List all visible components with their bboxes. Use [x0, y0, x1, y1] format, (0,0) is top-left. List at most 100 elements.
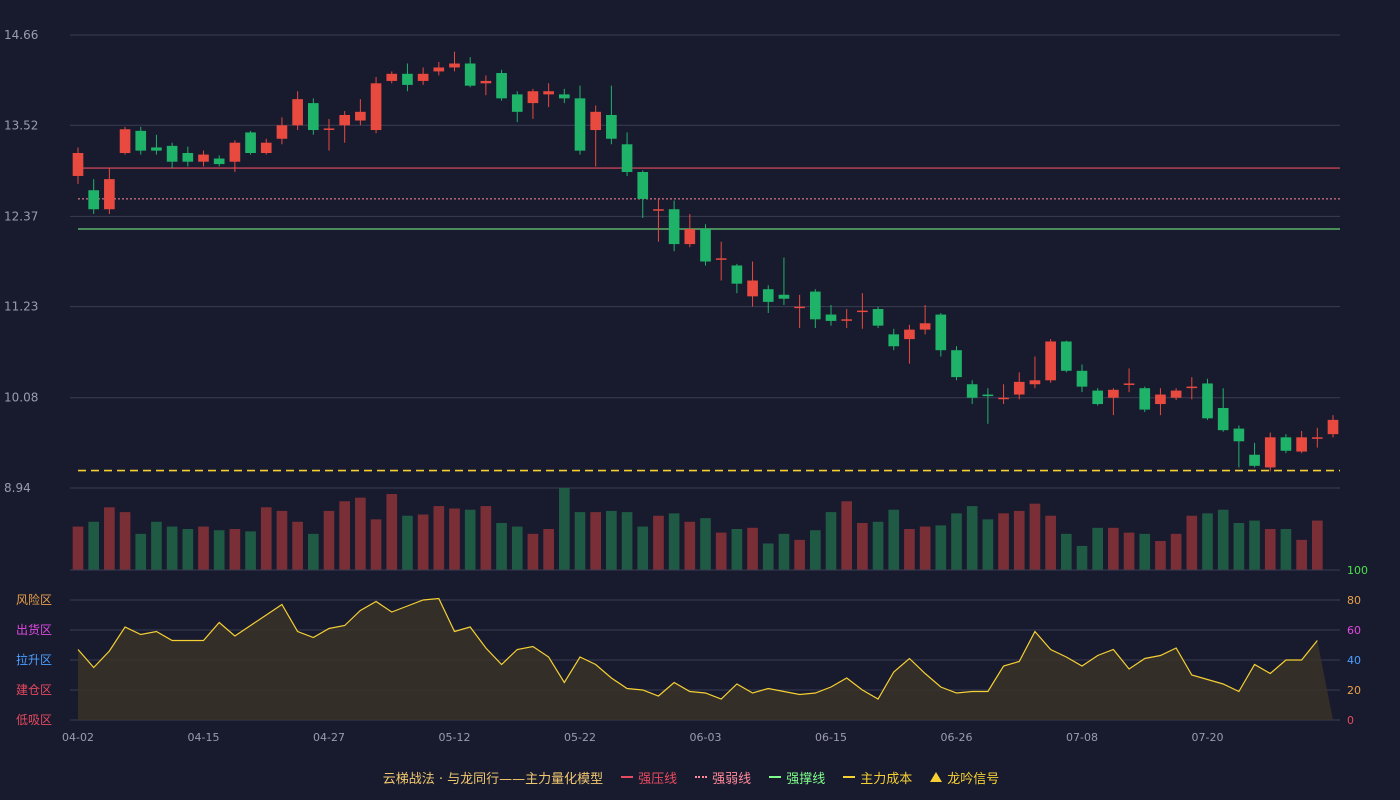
volume-bar — [198, 526, 209, 570]
legend-item[interactable]: 强压线 — [621, 768, 677, 787]
candle-body — [1123, 383, 1135, 385]
volume-bar — [292, 521, 303, 570]
volume-bar — [919, 526, 931, 570]
volume-bar — [1217, 509, 1229, 570]
legend-item[interactable]: 主力成本 — [843, 768, 912, 787]
volume-bar — [496, 522, 507, 570]
date-tick-label: 06-03 — [690, 731, 722, 744]
legend-item[interactable]: 强撑线 — [769, 768, 825, 787]
price-axis: 14.66 13.52 12.37 11.23 10.08 8.94 — [4, 28, 38, 495]
candle-body — [1327, 419, 1339, 435]
date-tick-label: 04-15 — [188, 731, 220, 744]
oscillator-zone-label: 拉升区 — [16, 652, 52, 667]
candle-body — [606, 114, 617, 139]
candle-body — [715, 258, 727, 260]
volume-bar — [684, 521, 696, 570]
volume-bar — [872, 521, 884, 570]
volume-bar — [213, 530, 225, 570]
volume-bar — [511, 526, 523, 570]
volume-bar — [1139, 533, 1151, 570]
volume-bar — [72, 526, 84, 570]
candle-body — [245, 132, 256, 154]
chart-legend: 云梯战法 · 与龙同行——主力量化模型 强压线 强弱线 强撑线 主力成本 龙吟信号 — [0, 765, 1400, 789]
candle-body — [182, 153, 194, 162]
candle-body — [339, 114, 351, 126]
legend-item[interactable]: 强弱线 — [695, 768, 751, 787]
candle-body — [935, 314, 947, 351]
legend-line-sample — [843, 776, 856, 778]
oscillator-tick-label: 20 — [1347, 684, 1361, 697]
candle-body — [449, 63, 460, 68]
candle-body — [88, 190, 100, 210]
volume-bar — [998, 513, 1009, 570]
candle-body — [198, 154, 209, 162]
volume-bar — [1108, 527, 1119, 570]
candle-body — [621, 144, 633, 173]
candle-body — [1217, 408, 1229, 431]
oscillator-zone-labels: 低吸区 建仓区 拉升区 出货区 风险区 — [16, 592, 52, 727]
volume-bar — [825, 512, 837, 570]
candle-body — [966, 384, 978, 398]
volume-bar — [1076, 545, 1088, 570]
candle-body — [778, 294, 790, 299]
volume-bar — [1045, 515, 1056, 570]
volume-bar — [857, 522, 868, 570]
volume-bar — [88, 521, 100, 570]
volume-bar — [731, 529, 743, 570]
volume-bar — [307, 533, 319, 570]
volume-bar — [355, 497, 366, 570]
volume-bar — [747, 527, 758, 570]
volume-bar — [1186, 515, 1198, 570]
volume-bar — [339, 501, 351, 570]
candle-body — [433, 67, 445, 72]
candle-body — [1311, 437, 1323, 439]
legend-line-sample — [621, 776, 634, 778]
candle-body — [402, 73, 413, 85]
candle-body — [841, 319, 853, 321]
candle-body — [998, 397, 1009, 400]
date-tick-label: 06-15 — [815, 731, 847, 744]
volume-bar — [1280, 529, 1292, 570]
oscillator-area — [78, 598, 1333, 720]
candle-body — [370, 83, 382, 131]
candle-body — [543, 91, 554, 95]
volume-bar — [1202, 513, 1213, 570]
volume-bar — [182, 529, 194, 570]
price-tick-label: 10.08 — [4, 391, 38, 405]
oscillator-zone-label: 风险区 — [16, 592, 52, 607]
date-tick-label: 07-08 — [1066, 731, 1098, 744]
volume-bar — [229, 529, 241, 570]
candle-body — [794, 306, 805, 309]
volume-bar — [590, 512, 602, 570]
volume-bar — [104, 507, 115, 570]
oscillator-zone-label: 出货区 — [16, 622, 52, 637]
price-tick-label: 8.94 — [4, 481, 31, 495]
candle-body — [668, 209, 680, 245]
price-tick-label: 14.66 — [4, 28, 38, 42]
candle-body — [292, 99, 303, 126]
triangle-up-icon — [930, 772, 943, 782]
candle-body — [1060, 341, 1072, 371]
candle-body — [1170, 390, 1182, 398]
volume-bar — [1123, 532, 1135, 570]
candle-body — [135, 130, 147, 151]
oscillator-tick-label: 0 — [1347, 714, 1354, 727]
candle-body — [904, 329, 915, 340]
candle-body — [872, 309, 884, 326]
date-tick-label: 07-20 — [1192, 731, 1224, 744]
oscillator-axis: 0 20 40 60 80 100 — [1347, 564, 1368, 727]
candle-body — [637, 172, 649, 199]
candle-body — [1280, 437, 1292, 451]
volume-bar — [480, 506, 492, 570]
candle-body — [323, 128, 335, 130]
date-tick-label: 05-12 — [439, 731, 471, 744]
candle-body — [558, 94, 570, 99]
volume-bar — [794, 539, 805, 570]
oscillator-tick-label: 100 — [1347, 564, 1368, 577]
candle-body — [119, 129, 131, 154]
legend-item[interactable]: 龙吟信号 — [930, 768, 999, 787]
candle-body — [1139, 388, 1151, 410]
legend-item-label: 强弱线 — [712, 771, 752, 787]
volume-bar — [778, 533, 790, 570]
candle-body — [951, 350, 962, 378]
